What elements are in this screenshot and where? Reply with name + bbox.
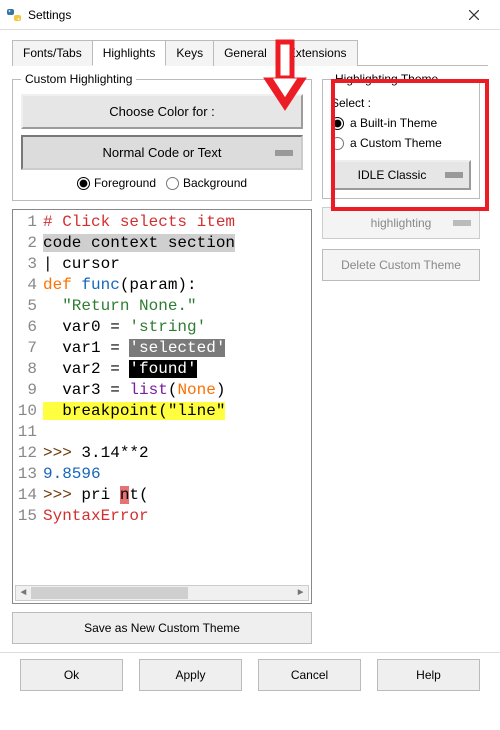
- title-bar: Settings: [0, 0, 500, 30]
- builtin-theme-label: a Built-in Theme: [350, 116, 437, 130]
- scroll-right-icon[interactable]: ►: [293, 583, 308, 604]
- code-content: [43, 422, 311, 443]
- code-content: >>> pri nt(: [43, 485, 311, 506]
- code-line[interactable]: 6 var0 = 'string': [13, 317, 311, 338]
- code-content: var0 = 'string': [43, 317, 311, 338]
- line-number: 6: [13, 317, 43, 338]
- element-select-button[interactable]: Normal Code or Text: [21, 135, 303, 170]
- app-icon: [6, 7, 22, 23]
- line-number: 15: [13, 506, 43, 527]
- foreground-radio[interactable]: Foreground: [77, 176, 156, 190]
- line-number: 4: [13, 275, 43, 296]
- scroll-left-icon[interactable]: ◄: [16, 583, 31, 604]
- ok-button[interactable]: Ok: [20, 659, 123, 691]
- line-number: 7: [13, 338, 43, 359]
- help-button[interactable]: Help: [377, 659, 480, 691]
- line-number: 2: [13, 233, 43, 254]
- code-content: breakpoint("line": [43, 401, 311, 422]
- theme-dropdown-value: IDLE Classic: [339, 168, 445, 182]
- choose-color-button[interactable]: Choose Color for :: [21, 94, 303, 129]
- tab-bar: Fonts/TabsHighlightsKeysGeneralExtension…: [0, 30, 500, 66]
- line-number: 9: [13, 380, 43, 401]
- dialog-button-row: Ok Apply Cancel Help: [0, 652, 500, 703]
- code-line[interactable]: 1# Click selects item: [13, 212, 311, 233]
- line-number: 3: [13, 254, 43, 275]
- code-line[interactable]: 2code context section: [13, 233, 311, 254]
- code-content: | cursor: [43, 254, 311, 275]
- code-line[interactable]: 14>>> pri nt(: [13, 485, 311, 506]
- builtin-theme-radio[interactable]: a Built-in Theme: [331, 116, 471, 130]
- code-line[interactable]: 8 var2 = 'found': [13, 359, 311, 380]
- foreground-label: Foreground: [94, 176, 156, 190]
- code-line[interactable]: 4def func(param):: [13, 275, 311, 296]
- close-icon: [469, 10, 479, 20]
- line-number: 10: [13, 401, 43, 422]
- code-line[interactable]: 10 breakpoint("line": [13, 401, 311, 422]
- highlighting-theme-group: Highlighting Theme Select : a Built-in T…: [322, 72, 480, 199]
- scroll-thumb[interactable]: [31, 587, 188, 599]
- theme-dropdown[interactable]: IDLE Classic: [331, 160, 471, 190]
- custom-theme-label: a Custom Theme: [350, 136, 442, 150]
- line-number: 11: [13, 422, 43, 443]
- window-title: Settings: [28, 8, 71, 22]
- code-line[interactable]: 12>>> 3.14**2: [13, 443, 311, 464]
- line-number: 12: [13, 443, 43, 464]
- tab-extensions[interactable]: Extensions: [277, 40, 358, 66]
- line-number: 1: [13, 212, 43, 233]
- highlighting-button-label: highlighting: [371, 216, 432, 230]
- code-line[interactable]: 5 "Return None.": [13, 296, 311, 317]
- line-number: 8: [13, 359, 43, 380]
- line-number: 5: [13, 296, 43, 317]
- line-number: 14: [13, 485, 43, 506]
- code-content: SyntaxError: [43, 506, 311, 527]
- select-label: Select :: [331, 96, 471, 110]
- dropdown-indicator-icon: [445, 172, 463, 178]
- line-number: 13: [13, 464, 43, 485]
- highlighting-button: highlighting: [322, 207, 480, 239]
- horizontal-scrollbar[interactable]: ◄ ►: [15, 585, 309, 601]
- code-content: "Return None.": [43, 296, 311, 317]
- apply-button[interactable]: Apply: [139, 659, 242, 691]
- code-line[interactable]: 15SyntaxError: [13, 506, 311, 527]
- background-label: Background: [183, 176, 247, 190]
- dropdown-indicator-icon: [453, 220, 471, 226]
- code-content: var3 = list(None): [43, 380, 311, 401]
- code-content: >>> 3.14**2: [43, 443, 311, 464]
- delete-custom-theme-button: Delete Custom Theme: [322, 249, 480, 281]
- dropdown-indicator-icon: [275, 150, 293, 156]
- tab-general[interactable]: General: [213, 40, 278, 66]
- code-content: var1 = 'selected': [43, 338, 311, 359]
- custom-theme-radio[interactable]: a Custom Theme: [331, 136, 471, 150]
- code-line[interactable]: 3| cursor: [13, 254, 311, 275]
- background-radio[interactable]: Background: [166, 176, 247, 190]
- close-button[interactable]: [454, 3, 494, 27]
- tab-highlights[interactable]: Highlights: [92, 40, 167, 66]
- save-as-new-theme-button[interactable]: Save as New Custom Theme: [12, 612, 312, 644]
- code-line[interactable]: 11: [13, 422, 311, 443]
- tab-fonts-tabs[interactable]: Fonts/Tabs: [12, 40, 93, 66]
- code-sample-box[interactable]: 1# Click selects item 2code context sect…: [12, 209, 312, 604]
- custom-highlighting-legend: Custom Highlighting: [21, 72, 136, 86]
- code-line[interactable]: 139.8596: [13, 464, 311, 485]
- cancel-button[interactable]: Cancel: [258, 659, 361, 691]
- code-content: # Click selects item: [43, 212, 311, 233]
- custom-highlighting-group: Custom Highlighting Choose Color for : N…: [12, 72, 312, 201]
- code-line[interactable]: 7 var1 = 'selected': [13, 338, 311, 359]
- highlighting-theme-legend: Highlighting Theme: [331, 72, 442, 86]
- code-content: var2 = 'found': [43, 359, 311, 380]
- delete-custom-theme-label: Delete Custom Theme: [341, 258, 461, 272]
- code-content: 9.8596: [43, 464, 311, 485]
- code-content: def func(param):: [43, 275, 311, 296]
- code-line[interactable]: 9 var3 = list(None): [13, 380, 311, 401]
- tab-keys[interactable]: Keys: [165, 40, 214, 66]
- code-content: code context section: [43, 233, 311, 254]
- element-select-label: Normal Code or Text: [103, 145, 222, 160]
